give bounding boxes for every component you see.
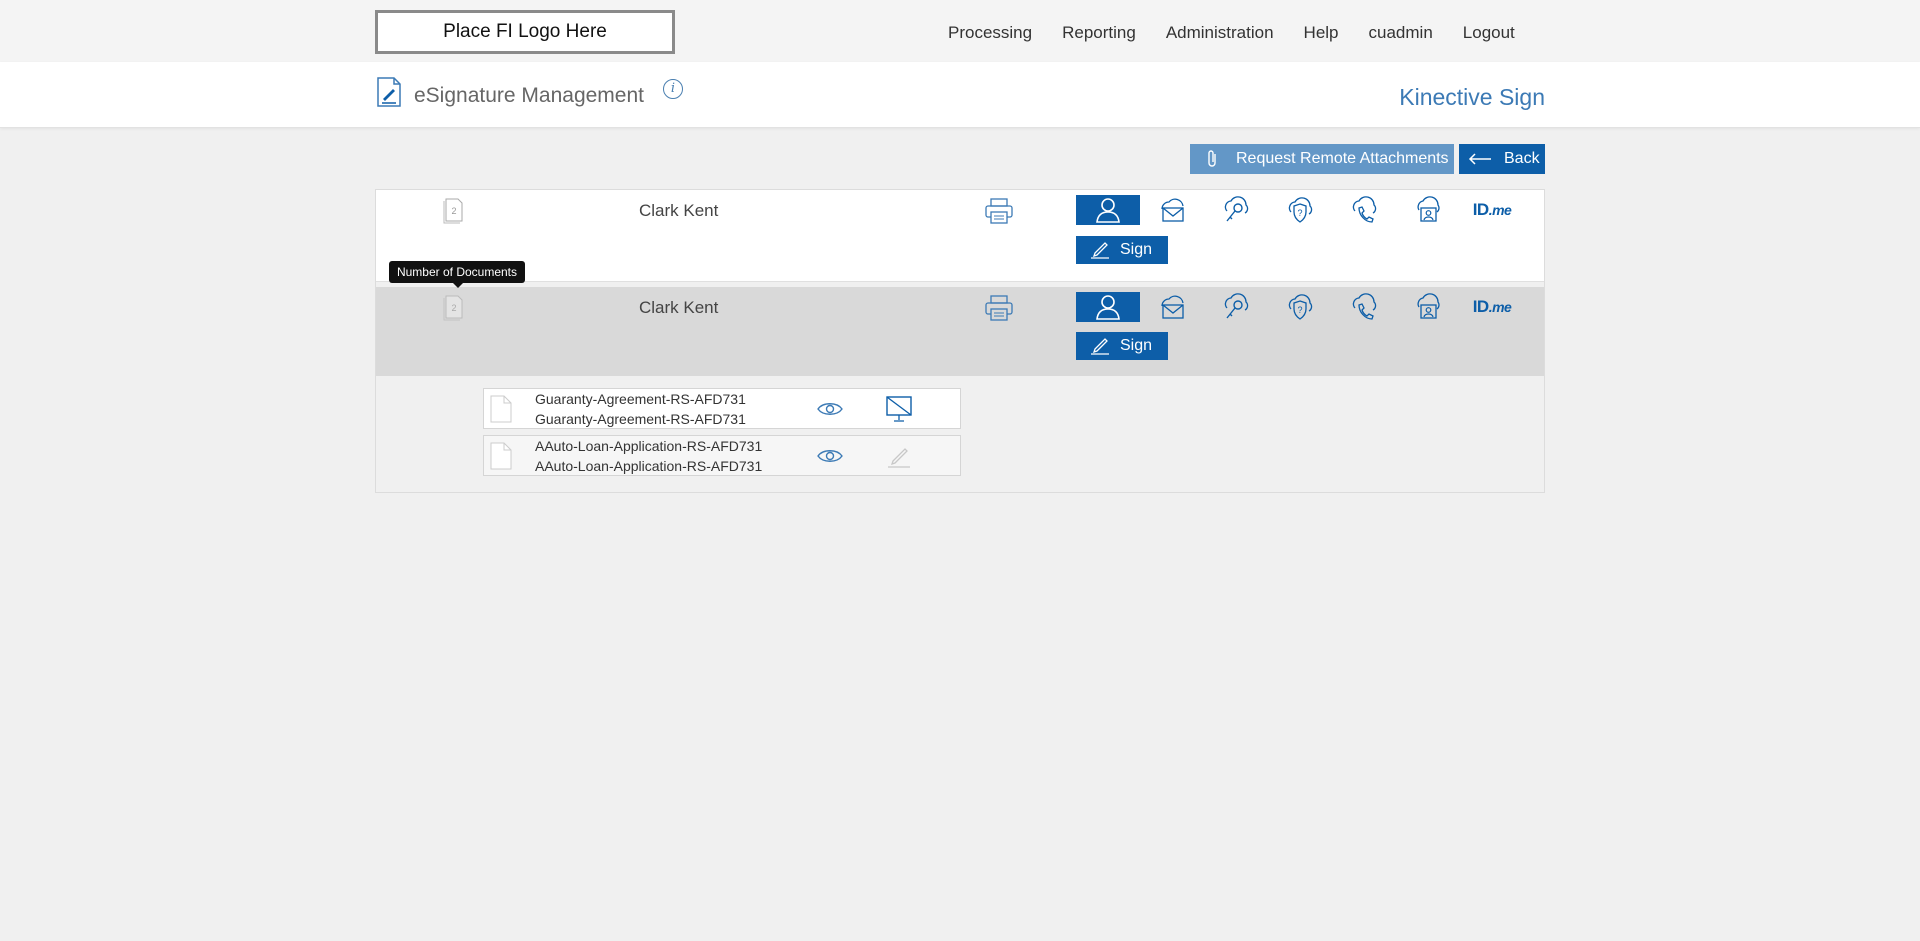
brand-title: Kinective Sign <box>1399 84 1545 110</box>
document-count-icon: 2 <box>443 198 463 224</box>
signer-row[interactable]: 2 Clark Kent ? ID.me Sign <box>376 287 1544 376</box>
svg-text:?: ? <box>1297 305 1302 315</box>
sign-button[interactable]: Sign <box>1076 332 1168 360</box>
remote-id-auth-button[interactable] <box>1396 195 1460 225</box>
email-auth-button[interactable] <box>1140 195 1204 225</box>
phone-icon <box>1352 293 1377 320</box>
auth-method-icons: ? ID.me <box>1076 195 1524 225</box>
paperclip-icon <box>1208 150 1216 167</box>
document-title: Guaranty-Agreement-RS-AFD731 <box>535 391 746 407</box>
security-question-auth-button[interactable]: ? <box>1268 292 1332 322</box>
in-person-auth-button[interactable] <box>1076 292 1140 322</box>
in-person-auth-button[interactable] <box>1076 195 1140 225</box>
nav-user[interactable]: cuadmin <box>1369 23 1433 43</box>
printer-icon[interactable] <box>984 294 1014 322</box>
idme-logo: ID.me <box>1472 200 1512 219</box>
signers-panel: 2 Clark Kent ? ID.me Sign 2 Clark Kent ?… <box>375 189 1545 493</box>
esignature-document-icon <box>377 77 401 107</box>
svg-text:?: ? <box>1297 208 1302 218</box>
kiosk-disabled-icon[interactable] <box>884 394 914 424</box>
remote-id-icon <box>1417 196 1440 222</box>
file-icon <box>490 442 512 470</box>
nav-processing[interactable]: Processing <box>948 23 1032 43</box>
back-button[interactable]: Back <box>1459 144 1545 174</box>
nav-help[interactable]: Help <box>1304 23 1339 43</box>
document-item[interactable]: Guaranty-Agreement-RS-AFD731 Guaranty-Ag… <box>483 388 961 429</box>
email-icon <box>1161 198 1184 222</box>
passcode-key-icon <box>1224 293 1249 319</box>
nav-reporting[interactable]: Reporting <box>1062 23 1136 43</box>
page-title: eSignature Management <box>414 84 644 107</box>
sign-label: Sign <box>1120 241 1153 258</box>
passcode-key-icon <box>1224 196 1249 222</box>
phone-auth-button[interactable] <box>1332 195 1396 225</box>
arrow-left-icon <box>1468 153 1491 165</box>
logo-placeholder: Place FI Logo Here <box>375 10 675 54</box>
idme-auth-button[interactable]: ID.me <box>1460 292 1524 322</box>
sign-disabled-icon <box>888 448 910 468</box>
auth-method-icons: ? ID.me <box>1076 292 1524 322</box>
passcode-auth-button[interactable] <box>1204 292 1268 322</box>
top-bar: Place FI Logo Here Processing Reporting … <box>0 0 1920 62</box>
request-remote-attachments-button[interactable]: Request Remote Attachments <box>1190 144 1454 174</box>
idme-auth-button[interactable]: ID.me <box>1460 195 1524 225</box>
nav-logout[interactable]: Logout <box>1463 23 1515 43</box>
svg-text:2: 2 <box>451 206 456 216</box>
security-question-auth-button[interactable]: ? <box>1268 195 1332 225</box>
view-eye-icon[interactable] <box>816 446 844 466</box>
in-person-icon <box>1096 198 1120 223</box>
signer-name: Clark Kent <box>639 201 719 220</box>
main-nav: Processing Reporting Administration Help… <box>948 23 1515 43</box>
signer-name: Clark Kent <box>639 298 719 317</box>
page-header: eSignature Management i Kinective Sign <box>0 62 1920 128</box>
sign-button[interactable]: Sign <box>1076 236 1168 264</box>
security-question-icon: ? <box>1288 294 1313 320</box>
security-question-icon: ? <box>1288 197 1313 223</box>
remote-id-icon <box>1417 293 1440 319</box>
document-item[interactable]: AAuto-Loan-Application-RS-AFD731 AAuto-L… <box>483 435 961 476</box>
pen-sign-icon <box>1091 242 1109 259</box>
view-eye-icon[interactable] <box>816 399 844 419</box>
email-auth-button[interactable] <box>1140 292 1204 322</box>
idme-logo: ID.me <box>1472 297 1512 316</box>
svg-text:2: 2 <box>451 303 456 313</box>
back-label: Back <box>1504 150 1540 167</box>
remote-id-auth-button[interactable] <box>1396 292 1460 322</box>
file-icon <box>490 395 512 423</box>
document-filename: AAuto-Loan-Application-RS-AFD731 <box>535 458 763 474</box>
email-icon <box>1161 295 1184 319</box>
document-count-icon[interactable]: 2 <box>442 295 464 321</box>
document-count-tooltip: Number of Documents <box>389 261 525 288</box>
request-remote-attachments-label: Request Remote Attachments <box>1236 150 1449 167</box>
phone-icon <box>1352 196 1377 223</box>
in-person-icon <box>1096 295 1120 320</box>
sign-label: Sign <box>1120 337 1153 354</box>
document-filename: Guaranty-Agreement-RS-AFD731 <box>535 411 746 427</box>
signer-row[interactable]: 2 Clark Kent ? ID.me Sign <box>376 190 1544 281</box>
pen-sign-icon <box>1091 338 1109 355</box>
printer-icon[interactable] <box>984 197 1014 225</box>
phone-auth-button[interactable] <box>1332 292 1396 322</box>
document-title: AAuto-Loan-Application-RS-AFD731 <box>535 438 763 454</box>
nav-administration[interactable]: Administration <box>1166 23 1274 43</box>
info-icon[interactable]: i <box>663 79 683 99</box>
passcode-auth-button[interactable] <box>1204 195 1268 225</box>
